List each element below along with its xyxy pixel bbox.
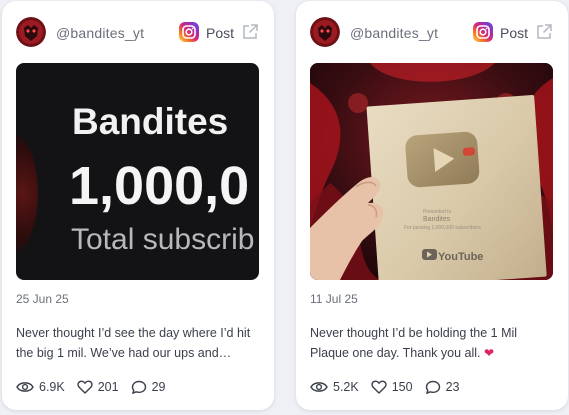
likes-stat: 150 [371, 380, 413, 394]
heart-emoji-icon: ❤ [483, 346, 495, 360]
post-caption: Never thought I’d see the day where I’d … [16, 323, 261, 363]
likes-count: 201 [97, 380, 119, 394]
post-stats: 5.2K 150 23 [310, 378, 471, 396]
views-count: 5.2K [333, 380, 359, 394]
plaque-subscribers-text: For passing 1,000,000 subscribers [404, 225, 481, 231]
avatar[interactable] [310, 17, 340, 47]
image-title-text: Bandites [72, 101, 229, 142]
post-card[interactable]: @bandites_yt Post Presented to Bandites … [296, 1, 568, 410]
likes-count: 150 [391, 380, 413, 394]
image-count-text: 1,000,0 [69, 156, 250, 216]
comments-count: 23 [445, 380, 460, 394]
likes-stat: 201 [77, 380, 119, 394]
logo-fragment [16, 133, 38, 253]
account-handle[interactable]: @bandites_yt [350, 25, 438, 41]
post-card[interactable]: @bandites_yt Post Bandites 1,000,0 Total… [2, 1, 274, 410]
views-stat: 6.9K [16, 380, 65, 394]
caption-text: Never thought I’d see the day where I’d … [16, 326, 251, 360]
post-type-label: Post [206, 25, 235, 41]
post-date: 11 Jul 25 [310, 292, 358, 306]
avatar[interactable] [16, 17, 46, 47]
eye-icon [16, 382, 34, 392]
external-link-icon[interactable] [535, 23, 553, 41]
comment-icon [131, 380, 146, 394]
plaque-presented-text: Presented to [423, 209, 452, 215]
account-handle[interactable]: @bandites_yt [56, 25, 144, 41]
heart-icon [77, 380, 93, 394]
instagram-icon [473, 22, 493, 42]
comments-stat: 29 [131, 380, 166, 395]
instagram-icon [179, 22, 199, 42]
post-date: 25 Jun 25 [16, 292, 69, 306]
comment-icon [425, 380, 440, 394]
plaque-name-text: Bandites [423, 216, 451, 223]
image-subtitle-text: Total subscrib [71, 223, 255, 256]
post-image[interactable]: Bandites 1,000,0 Total subscrib [16, 63, 259, 280]
external-link-icon[interactable] [241, 23, 259, 41]
heart-icon [371, 380, 387, 394]
views-count: 6.9K [39, 380, 65, 394]
comments-stat: 23 [425, 380, 460, 395]
eye-icon [310, 382, 328, 392]
plaque-youtube-text: YouTube [438, 251, 484, 263]
comments-count: 29 [151, 380, 166, 394]
post-type-label: Post [500, 25, 529, 41]
post-image[interactable]: Presented to Bandites For passing 1,000,… [310, 63, 553, 280]
post-stats: 6.9K 201 29 [16, 378, 177, 396]
views-stat: 5.2K [310, 380, 359, 394]
post-caption: Never thought I’d be holding the 1 Mil P… [310, 323, 555, 363]
